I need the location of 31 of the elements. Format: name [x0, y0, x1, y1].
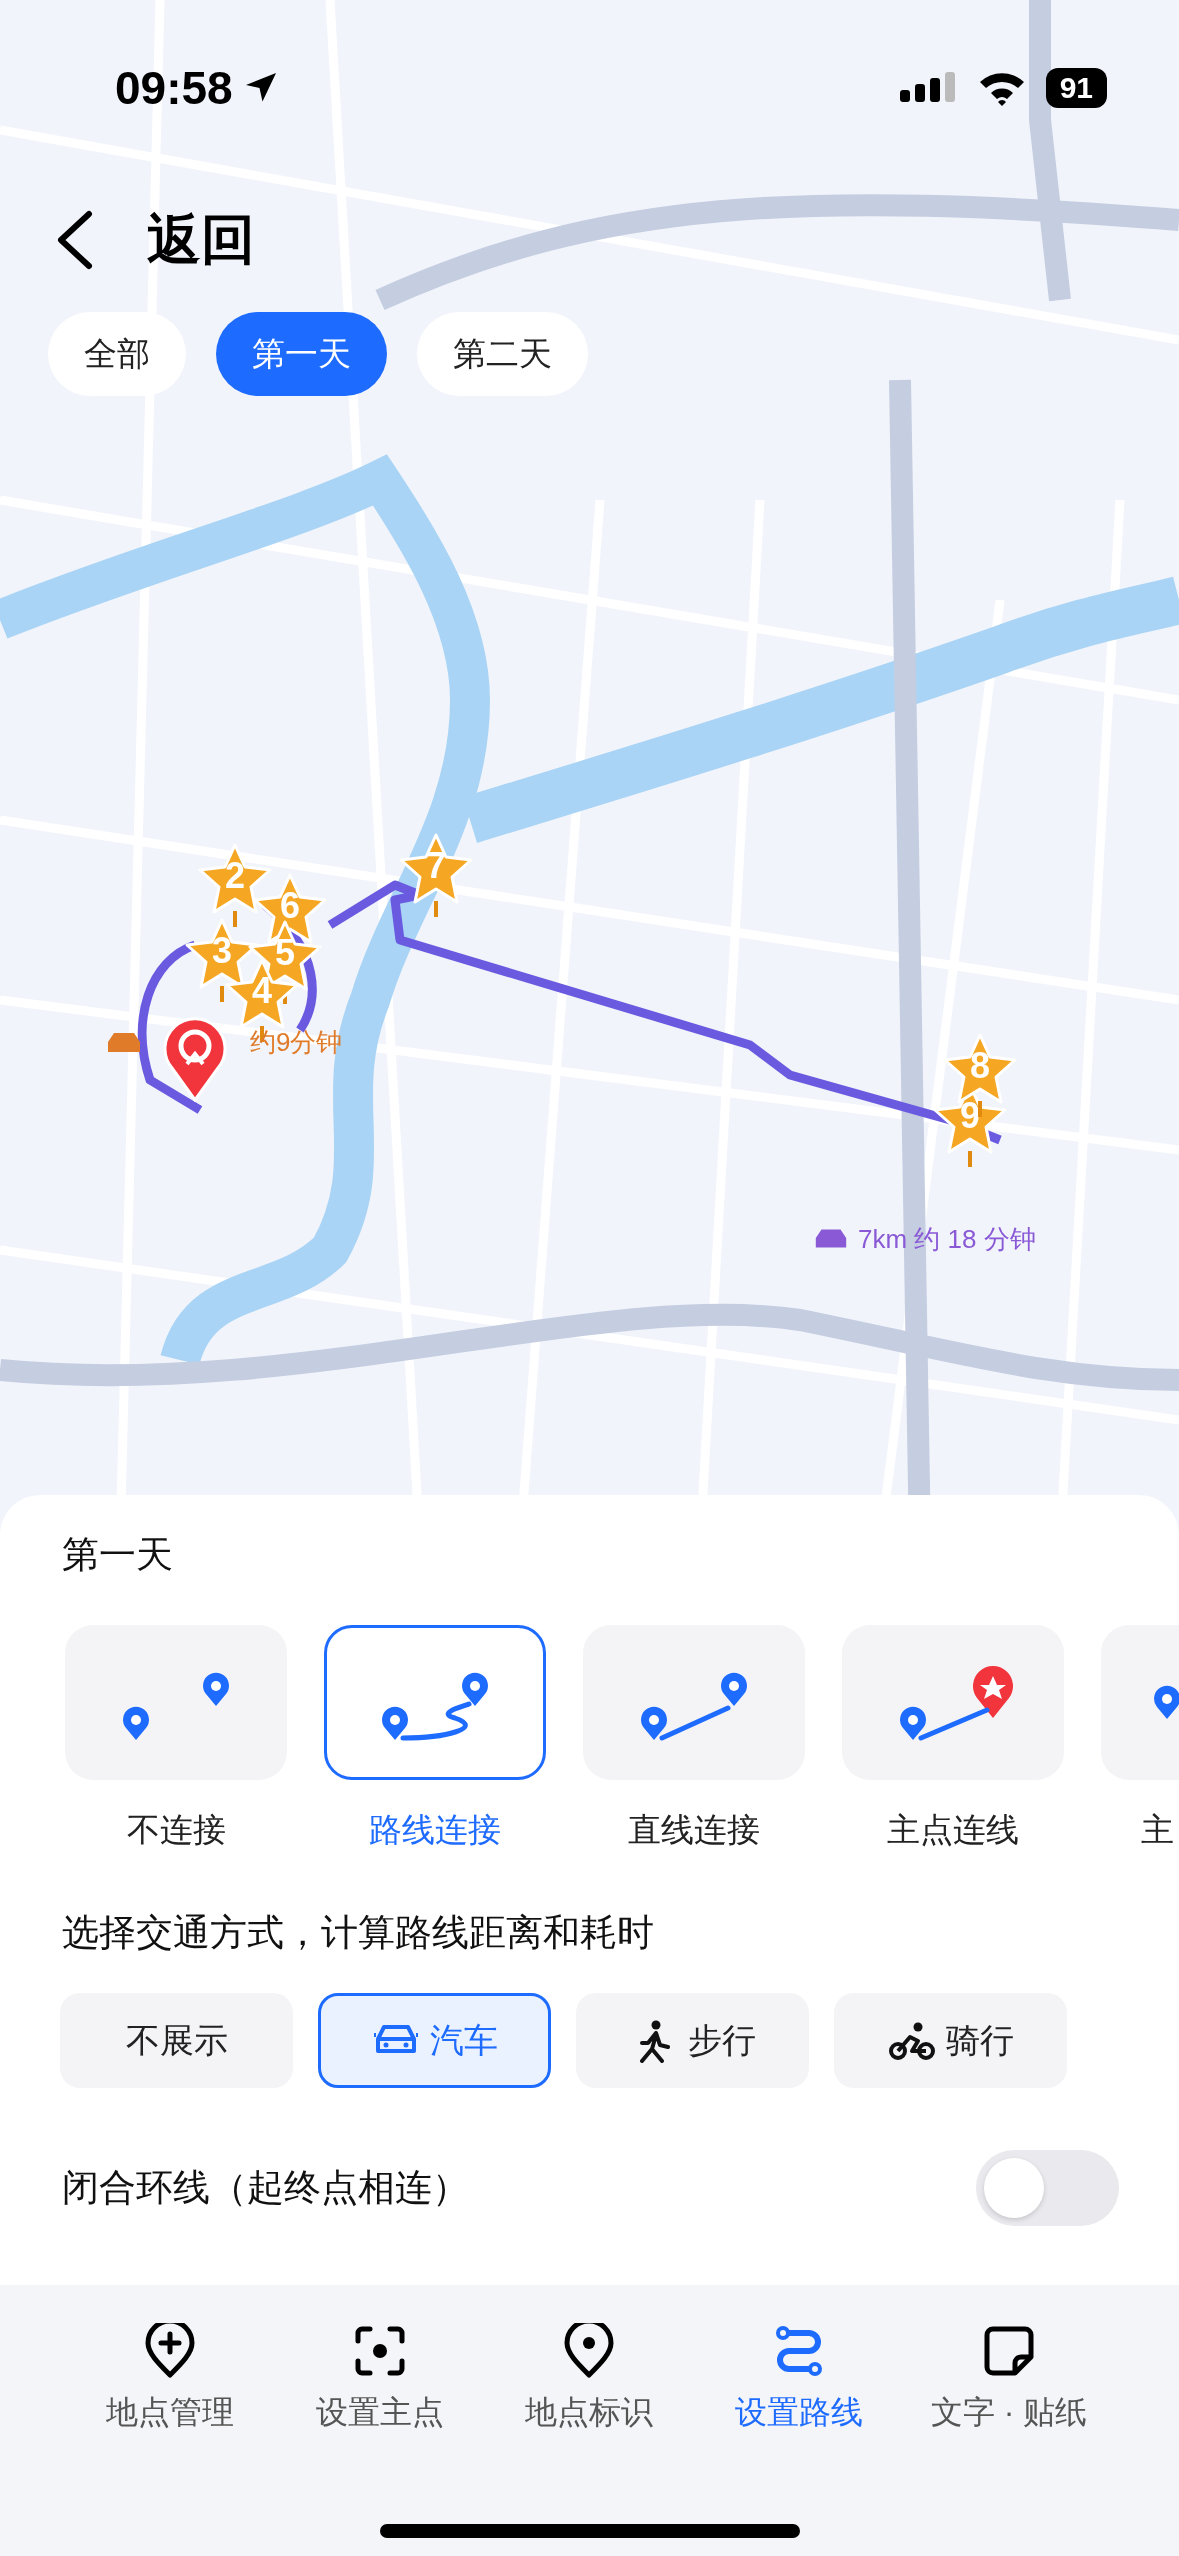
status-time: 09:58 — [115, 61, 233, 115]
sheet-title: 第一天 — [61, 1533, 174, 1577]
connect-option-label: 路线连接 — [369, 1810, 501, 1850]
section-title: 选择交通方式，计算路线距离和耗时 — [61, 1911, 655, 1955]
connect-option-label: 直线连接 — [628, 1810, 760, 1850]
battery-level: 91 — [1045, 68, 1107, 108]
tab-bar-item[interactable]: 地点标识 — [484, 2323, 695, 2443]
transport-option-button[interactable]: 步行 — [576, 1993, 809, 2088]
tab-bar-item[interactable]: 文字 · 贴纸 — [904, 2323, 1114, 2443]
map-pin-icon — [1153, 1684, 1179, 1721]
route-duration-label: 7km 约 18 分钟 — [858, 1223, 1036, 1256]
day-tab[interactable]: 第一天 — [216, 312, 387, 396]
transport-option-button[interactable]: 汽车 — [318, 1993, 551, 2088]
back-button[interactable]: 返回 — [55, 203, 255, 277]
connect-option-card[interactable] — [583, 1625, 805, 1780]
connect-option-card[interactable] — [1101, 1625, 1179, 1780]
tab-bar-item[interactable]: 设置路线 — [694, 2323, 905, 2443]
connect-option-label: 主 — [1140, 1810, 1174, 1850]
connect-option-card[interactable] — [324, 1625, 546, 1780]
connect-option-label: 主点连线 — [887, 1810, 1019, 1850]
connect-option-card[interactable] — [842, 1625, 1064, 1780]
loop-label: 闭合环线（起终点相连） — [62, 2166, 469, 2210]
transport-option-button[interactable]: 不展示 — [60, 1993, 293, 2088]
transport-option-button[interactable]: 骑行 — [834, 1993, 1067, 2088]
connect-option-card[interactable] — [65, 1625, 287, 1780]
tab-bar-item[interactable]: 设置主点 — [274, 2323, 485, 2443]
route-duration-label: 约9分钟 — [250, 1026, 343, 1059]
day-tab[interactable]: 第二天 — [417, 312, 588, 396]
back-chevron-icon — [55, 210, 95, 270]
tab-bar-item[interactable]: 地点管理 — [65, 2323, 275, 2443]
connect-option-label: 不连接 — [126, 1810, 226, 1850]
